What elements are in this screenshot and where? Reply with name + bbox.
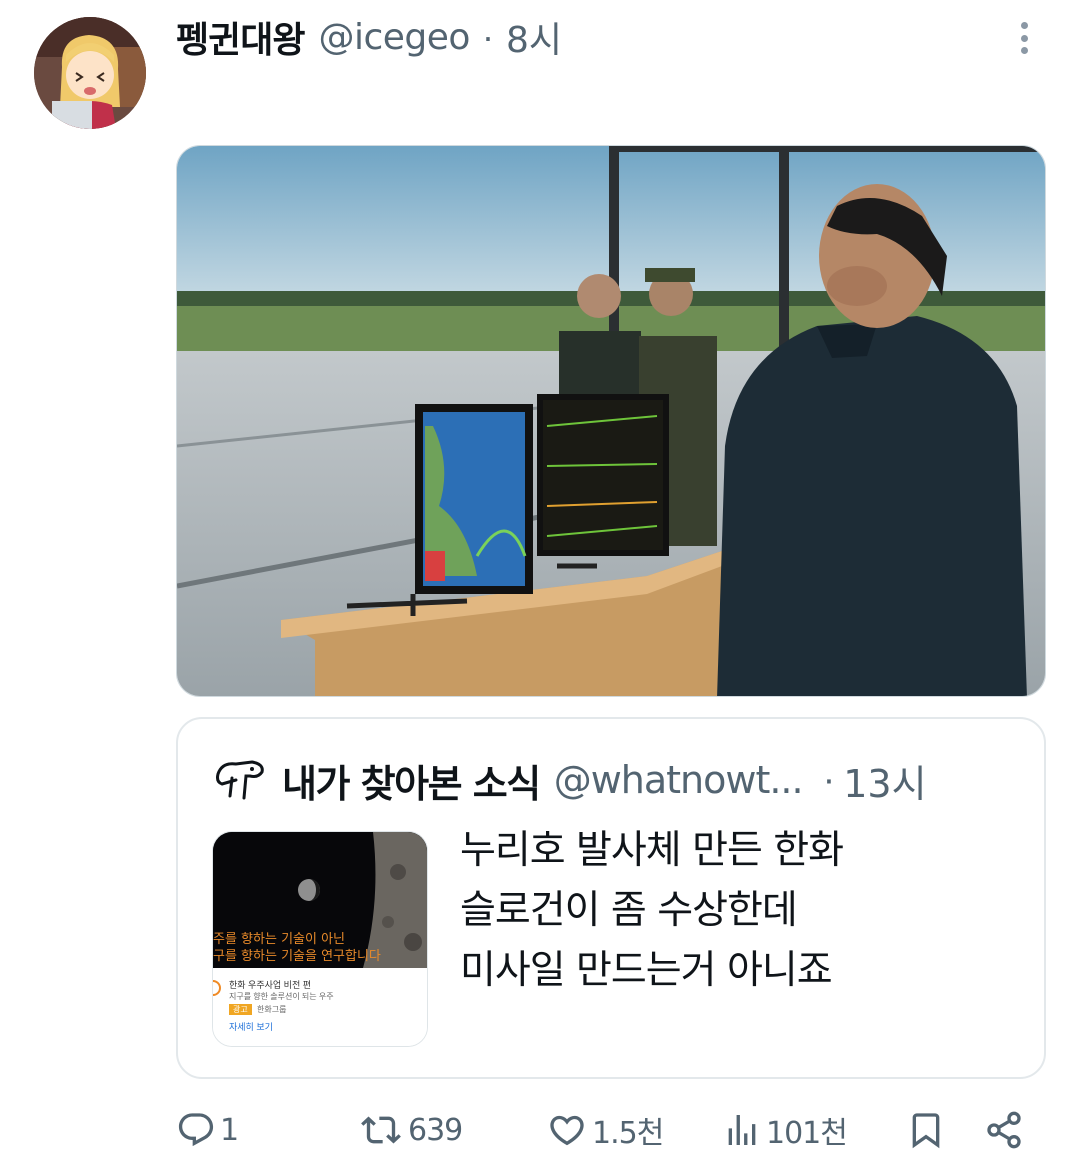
avatar-illustration <box>34 17 146 129</box>
quoted-post-time: 13시 <box>843 761 927 806</box>
share-icon <box>987 1111 1021 1149</box>
reply-count: 1 <box>220 1112 239 1148</box>
repost-button[interactable]: 639 <box>358 1108 463 1152</box>
header-separator: · <box>481 16 494 57</box>
share-button[interactable] <box>984 1108 1024 1152</box>
ad-brand: 한화그룹 <box>257 1005 287 1014</box>
quoted-text-line: 미사일 만드는거 아니죠 <box>460 948 833 993</box>
author-avatar[interactable] <box>34 17 146 129</box>
views-chart-icon <box>728 1115 756 1145</box>
quoted-author-handle: @whatnowt... <box>553 758 804 802</box>
quoted-author-avatar[interactable] <box>212 756 268 804</box>
quoted-text-line: 누리호 발사체 만든 한화 <box>460 828 844 873</box>
quoted-post-text: 누리호 발사체 만든 한화 슬로건이 좀 수상한데 미사일 만드는거 아니죠 <box>460 821 1020 1001</box>
ad-more-link: 자세히 보기 <box>229 1022 273 1032</box>
ad-description: 지구를 향한 솔루션이 되는 우주 <box>229 992 334 1001</box>
quoted-author-name: 내가 찾아본 소식 <box>282 761 541 806</box>
repost-icon <box>361 1116 401 1144</box>
thumbnail-ad-info: 한화 우주사업 비전 편 지구를 향한 솔루션이 되는 우주 광고 한화그룹 자… <box>213 968 427 1046</box>
ad-badge: 광고 <box>229 1004 252 1015</box>
quoted-separator: · <box>822 758 836 801</box>
like-count: 1.5천 <box>592 1116 664 1151</box>
views-button[interactable]: 101천 <box>722 1108 848 1152</box>
heart-icon <box>550 1115 584 1146</box>
quoted-post-card[interactable]: 내가 찾아본 소식 @whatnowt... · 13시 주를 향하는 기술이 … <box>176 717 1046 1079</box>
reply-button[interactable]: 1 <box>176 1108 239 1152</box>
quoted-post-thumbnail: 주를 향하는 기술이 아닌 구를 향하는 기술을 연구합니다 한화 우주사업 비… <box>212 831 428 1047</box>
ad-title: 한화 우주사업 비전 편 <box>229 980 312 990</box>
quoted-text-line: 슬로건이 좀 수상한데 <box>460 888 798 933</box>
like-button[interactable]: 1.5천 <box>546 1108 664 1152</box>
hanwha-logo-icon <box>213 980 221 996</box>
bookmark-icon <box>912 1113 940 1149</box>
media-illustration <box>177 146 1045 696</box>
thumbnail-space-scene: 주를 향하는 기술이 아닌 구를 향하는 기술을 연구합니다 <box>213 832 427 968</box>
more-vertical-icon[interactable] <box>1006 18 1042 58</box>
post-media-image[interactable] <box>176 145 1046 697</box>
views-count: 101천 <box>766 1116 848 1151</box>
quoted-post-header: 내가 찾아본 소식 @whatnowt... · 13시 <box>212 753 1022 807</box>
reply-icon <box>178 1113 214 1147</box>
author-handle[interactable]: @icegeo <box>318 17 470 58</box>
post-action-bar: 1 639 1.5천 101천 <box>0 1100 1080 1160</box>
post-header: 펭귄대왕 @icegeo · 8시 <box>176 12 562 62</box>
author-name[interactable]: 펭귄대왕 <box>176 11 305 63</box>
bookmark-button[interactable] <box>906 1108 946 1152</box>
thumbnail-caption-line2: 구를 향하는 기술을 연구합니다 <box>213 949 381 964</box>
repost-count: 639 <box>408 1112 463 1148</box>
post-time[interactable]: 8시 <box>506 11 562 63</box>
